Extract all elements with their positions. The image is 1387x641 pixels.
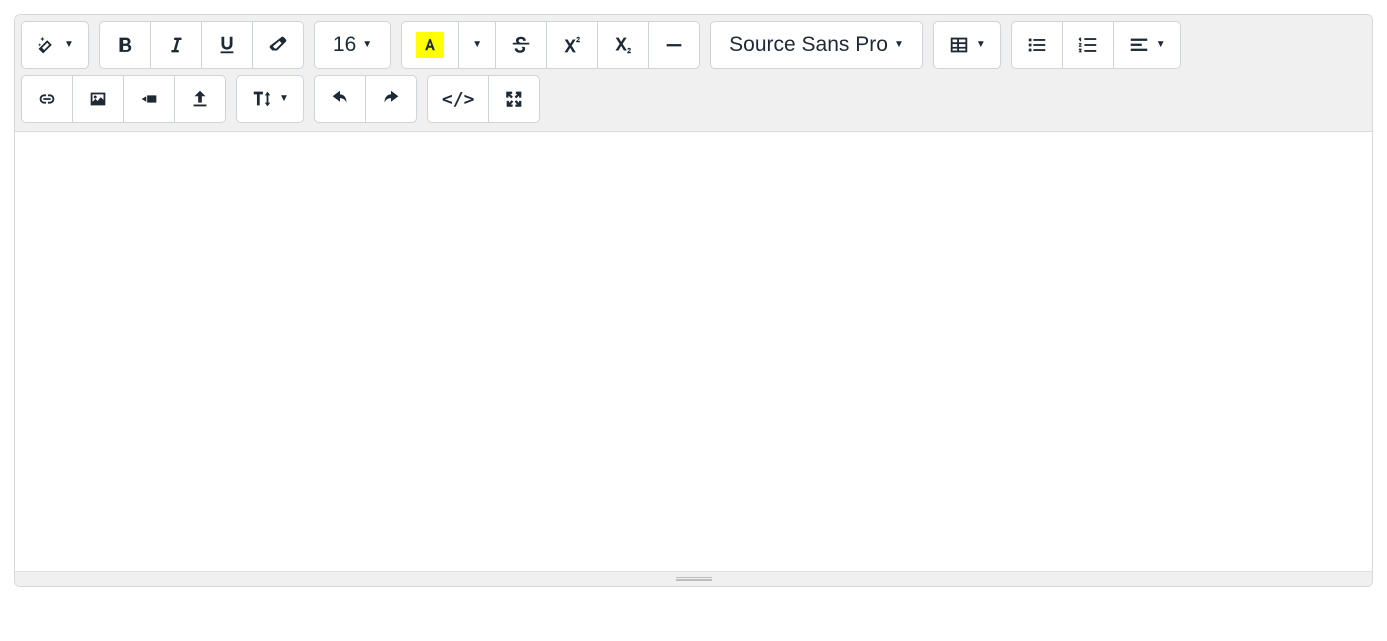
magic-wand-icon xyxy=(36,34,58,56)
caret-down-icon: ▼ xyxy=(472,40,482,50)
underline-button[interactable] xyxy=(201,21,253,69)
ordered-list-button[interactable] xyxy=(1062,21,1114,69)
upload-icon xyxy=(189,88,211,110)
eraser-icon xyxy=(267,34,289,56)
redo-icon xyxy=(380,88,402,110)
line-height-group: ▼ xyxy=(236,75,304,123)
caret-down-icon: ▼ xyxy=(976,40,986,50)
superscript-icon xyxy=(561,34,583,56)
undo-button[interactable] xyxy=(314,75,366,123)
italic-button[interactable] xyxy=(150,21,202,69)
editor-content-area[interactable] xyxy=(15,132,1372,572)
list-paragraph-group: ▼ xyxy=(1011,21,1181,69)
line-height-button[interactable]: ▼ xyxy=(236,75,304,123)
undo-icon xyxy=(329,88,351,110)
video-icon xyxy=(138,88,160,110)
image-icon xyxy=(87,88,109,110)
font-effects-group: ▼ xyxy=(401,21,700,69)
unordered-list-button[interactable] xyxy=(1011,21,1063,69)
font-size-label: 16 xyxy=(333,33,356,57)
table-button[interactable]: ▼ xyxy=(933,21,1001,69)
resize-handle[interactable] xyxy=(676,577,712,581)
link-icon xyxy=(36,88,58,110)
bold-button[interactable] xyxy=(99,21,151,69)
font-family-dropdown[interactable]: Source Sans Pro ▼ xyxy=(710,21,923,69)
subscript-button[interactable] xyxy=(597,21,649,69)
minus-icon xyxy=(663,34,685,56)
clear-formatting-button[interactable] xyxy=(252,21,304,69)
strikethrough-button[interactable] xyxy=(495,21,547,69)
history-group xyxy=(314,75,417,123)
font-size-group: 16 ▼ xyxy=(314,21,391,69)
list-ol-icon xyxy=(1077,34,1099,56)
table-group: ▼ xyxy=(933,21,1001,69)
upload-button[interactable] xyxy=(174,75,226,123)
text-height-icon xyxy=(251,88,273,110)
bold-icon xyxy=(114,34,136,56)
font-family-group: Source Sans Pro ▼ xyxy=(710,21,923,69)
redo-button[interactable] xyxy=(365,75,417,123)
superscript-button[interactable] xyxy=(546,21,598,69)
underline-icon xyxy=(216,34,238,56)
picture-button[interactable] xyxy=(72,75,124,123)
caret-down-icon: ▼ xyxy=(279,94,289,104)
font-color-icon xyxy=(421,36,439,54)
horizontal-rule-button[interactable] xyxy=(648,21,700,69)
editor-statusbar xyxy=(15,572,1372,586)
fullscreen-button[interactable] xyxy=(488,75,540,123)
style-group: ▼ xyxy=(21,21,89,69)
paragraph-align-button[interactable]: ▼ xyxy=(1113,21,1181,69)
expand-icon xyxy=(503,88,525,110)
font-color-swatch xyxy=(416,32,444,58)
list-ul-icon xyxy=(1026,34,1048,56)
font-color-button[interactable] xyxy=(401,21,459,69)
caret-down-icon: ▼ xyxy=(64,40,74,50)
video-button[interactable] xyxy=(123,75,175,123)
font-style-group xyxy=(99,21,304,69)
font-family-label: Source Sans Pro xyxy=(729,33,888,57)
caret-down-icon: ▼ xyxy=(1156,40,1166,50)
table-icon xyxy=(948,34,970,56)
insert-group xyxy=(21,75,226,123)
italic-icon xyxy=(165,34,187,56)
caret-down-icon: ▼ xyxy=(894,40,904,50)
link-button[interactable] xyxy=(21,75,73,123)
codeview-button[interactable]: </> xyxy=(427,75,490,123)
caret-down-icon: ▼ xyxy=(362,40,372,50)
rich-text-editor: ▼ xyxy=(14,14,1373,587)
align-left-icon xyxy=(1128,34,1150,56)
strikethrough-icon xyxy=(510,34,532,56)
magic-style-button[interactable]: ▼ xyxy=(21,21,89,69)
font-color-more-button[interactable]: ▼ xyxy=(458,21,496,69)
view-group: </> xyxy=(427,75,541,123)
editor-toolbar: ▼ xyxy=(15,15,1372,132)
font-size-dropdown[interactable]: 16 ▼ xyxy=(314,21,391,69)
code-icon: </> xyxy=(442,89,475,110)
subscript-icon xyxy=(612,34,634,56)
